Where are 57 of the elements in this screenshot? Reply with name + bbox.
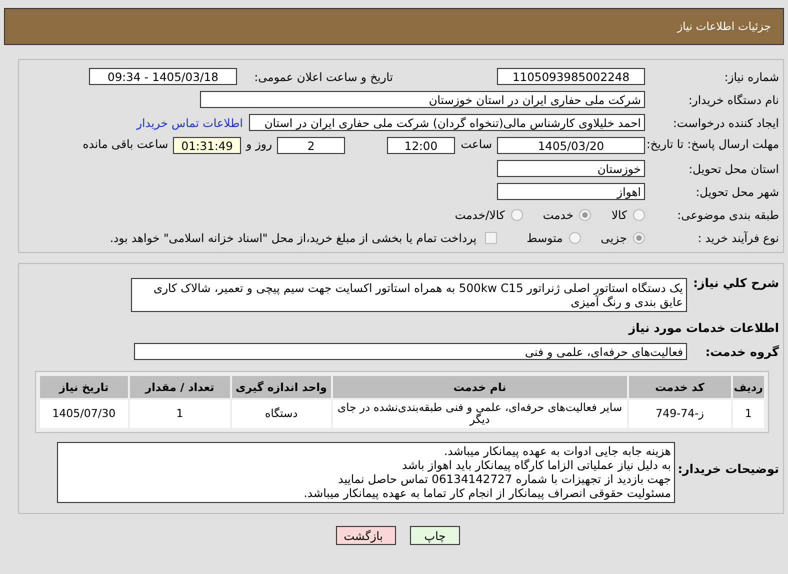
column-header: نام خدمت xyxy=(332,376,627,398)
radio-label: کالا/خدمت xyxy=(454,208,505,222)
field-label: گروه خدمت: xyxy=(704,344,780,358)
announce-date-field: 1405/03/18 - 09:34 xyxy=(89,68,237,85)
field-label: تاریخ و ساعت اعلان عمومی: xyxy=(253,70,393,84)
field-label: نوع فرآیند خرید : xyxy=(696,230,780,244)
table-cell: 1405/07/30 xyxy=(40,400,128,428)
buyer-field: شرکت ملی حفاری ایران در استان خوزستان xyxy=(200,91,645,108)
radio-button[interactable] xyxy=(633,208,645,220)
table-cell: 1 xyxy=(130,400,230,428)
field-label: استان محل تحویل: xyxy=(688,162,780,176)
section-title: اطلاعات خدمات مورد نياز xyxy=(628,320,780,334)
deadline-time-field: 12:00 xyxy=(387,137,455,154)
radio-label: خدمت xyxy=(542,208,574,222)
checkbox-label: پرداخت تمام یا بخشی از مبلغ خرید،از محل "اسناد خزانه اسلامی" خواهد بود. xyxy=(110,230,477,244)
table-cell: 1 xyxy=(732,400,764,428)
radio-button[interactable] xyxy=(633,232,645,244)
description-field: یک دستگاه استاتور اصلی ژنراتور 500kw C15 به همراه استاتور اکسایت جهت سیم پیچی و تعمیر، شالاک کاری عایق بندی و رنگ آمیزی xyxy=(131,278,687,312)
field-label: نام دستگاه خریدار: xyxy=(687,92,780,106)
field-label: شرح کلي نياز: xyxy=(692,276,780,290)
checkbox[interactable] xyxy=(484,232,497,244)
field-label: توضیحات خریدار: xyxy=(676,462,780,476)
radio-button[interactable] xyxy=(568,232,581,244)
column-header: تعداد / مقدار xyxy=(130,376,230,398)
field-label: ایجاد کننده درخواست: xyxy=(672,116,780,130)
city-field: اهواز xyxy=(497,183,645,200)
column-header: ردیف xyxy=(732,376,764,398)
table-cell: سایر فعالیت‌های حرفه‌ای، علمی و فنی طبقه‌بندی‌نشده در جای دیگر xyxy=(332,400,627,428)
page-title: جزئیات اطلاعات نیاز xyxy=(677,20,771,33)
radio-label: جزیی xyxy=(600,230,627,244)
radio-label: متوسط xyxy=(526,230,563,244)
table-cell: دستگاه xyxy=(232,400,331,428)
radio-button[interactable] xyxy=(510,208,523,220)
requester-field: احمد خلیلاوی کارشناس مالی(تنخواه گردان) شرکت ملی حفاری ایران در استان xyxy=(249,114,645,131)
column-header: کد خدمت xyxy=(628,376,731,398)
remaining-time-field: 01:31:49 xyxy=(173,137,242,154)
radio-button[interactable] xyxy=(579,208,592,220)
field-label: طبقه بندی موضوعی: xyxy=(676,208,780,222)
days-label: روز و xyxy=(244,137,273,151)
table-cell: ز-74-749 xyxy=(628,400,731,428)
field-label: مهلت ارسال پاسخ: تا تاریخ: xyxy=(645,137,780,151)
field-label: شماره نیاز: xyxy=(723,70,780,84)
back-button[interactable]: بازگشت xyxy=(336,526,396,545)
days-field: 2 xyxy=(277,137,345,154)
time-label: ساعت xyxy=(460,137,493,151)
contact-link[interactable]: اطلاعات تماس خریدار xyxy=(136,116,243,130)
service-group-field: فعالیت‌های حرفه‌ای، علمی و فنی xyxy=(134,343,687,360)
need-number-field: 1105093985002248 xyxy=(497,68,645,85)
province-field: خوزستان xyxy=(497,160,645,177)
column-header: تاریخ نیاز xyxy=(40,376,128,398)
deadline-date-field: 1405/03/20 xyxy=(497,137,645,154)
remaining-label: ساعت باقی مانده xyxy=(82,137,170,151)
print-button[interactable]: چاپ xyxy=(410,526,460,545)
buyer-notes-field: هزینه جابه جایی ادوات به عهده پیمانکار میباشد. به دلیل نیاز عملیاتی الزاما کارگاه پیمانکار باید اهواز باشد جهت بازدید از تجهیزات با شماره 06134142727 تماس حاصل نمایید مسئولیت حقوقی انصراف پیمانکار از انجام کار تماما به عهده پیمانکار میباشد. xyxy=(57,442,675,503)
column-header: واحد اندازه گیری xyxy=(232,376,331,398)
radio-label: کالا xyxy=(611,208,627,222)
field-label: شهر محل تحویل: xyxy=(694,184,780,198)
